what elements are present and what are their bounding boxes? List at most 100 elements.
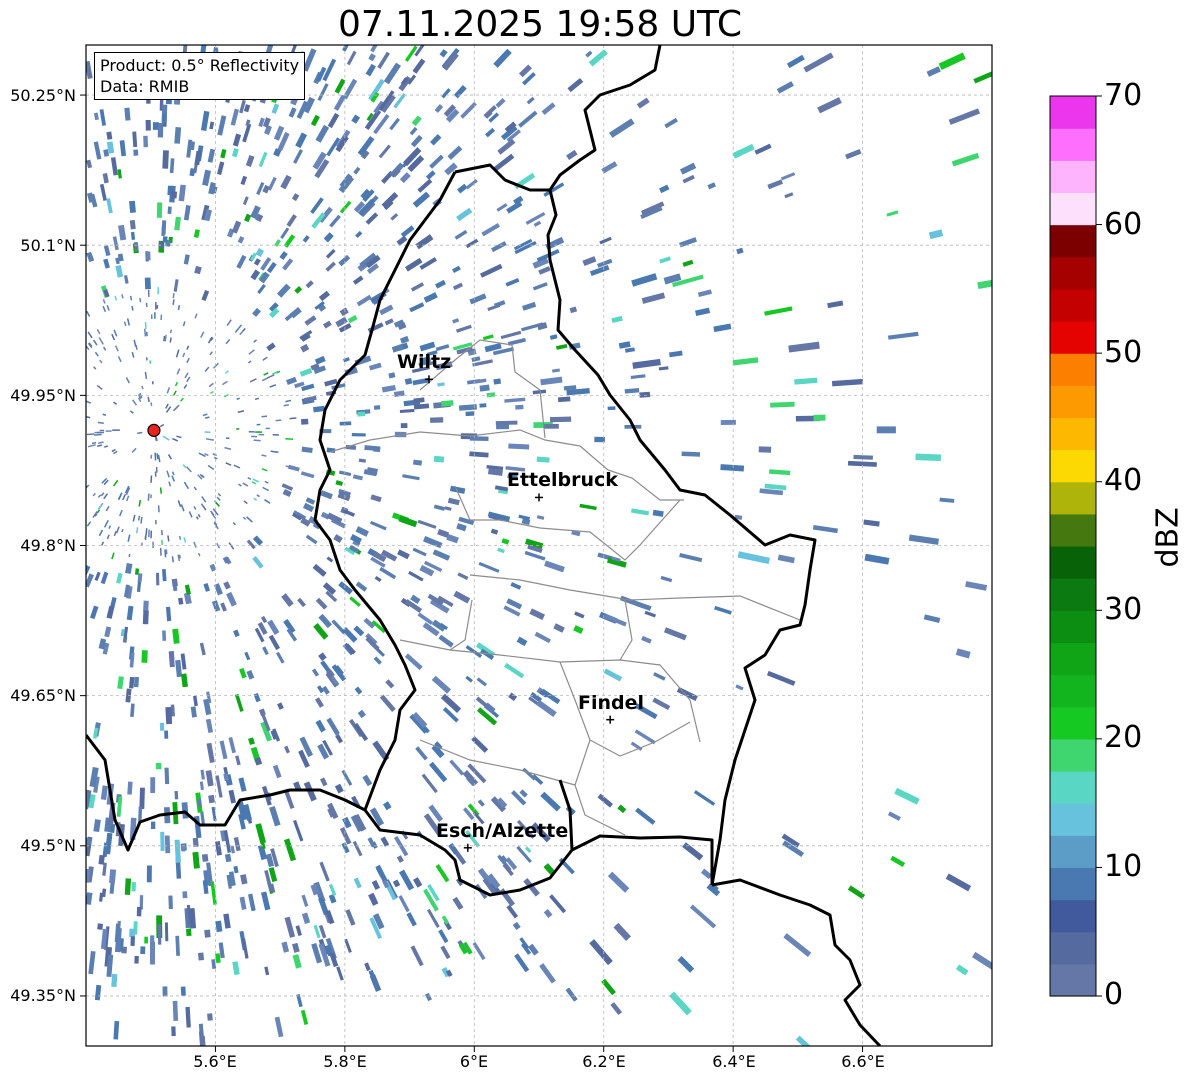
echo-cell [165, 706, 173, 725]
y-tick-label: 49.65°N [10, 686, 76, 705]
echo-cell [155, 301, 157, 310]
colorbar-swatch [1050, 192, 1096, 226]
colorbar-swatch [1050, 513, 1096, 547]
echo-cell [162, 150, 169, 169]
echo-cell [157, 123, 164, 138]
echo-cell [133, 676, 140, 688]
echo-cell [150, 530, 153, 539]
echo-cell [156, 305, 159, 309]
echo-cell [433, 455, 445, 463]
echo-cell [121, 946, 127, 954]
echo-cell [97, 923, 104, 930]
echo-cell [182, 891, 188, 899]
place-label-ettelbruck: Ettelbruck [507, 469, 618, 491]
echo-cell [150, 314, 153, 320]
echo-cell [186, 928, 192, 937]
echo-cell [149, 360, 152, 364]
echo-cell [130, 936, 135, 946]
echo-cell [272, 433, 279, 436]
echo-cell [255, 431, 263, 433]
echo-cell [140, 946, 146, 955]
colorbar-swatch [1050, 578, 1096, 611]
echo-cell [515, 404, 524, 410]
colorbar-swatch [1050, 931, 1096, 965]
colorbar-swatch [1050, 385, 1096, 419]
echo-cell [167, 206, 172, 215]
echo-cell [204, 929, 211, 938]
echo-cell [145, 302, 148, 308]
place-label-findel: Findel [578, 692, 645, 714]
echo-cell [152, 541, 154, 549]
echo-cell [236, 428, 240, 430]
colorbar-swatch [1050, 674, 1096, 708]
x-tick-label: 5.6°E [193, 1052, 237, 1071]
echo-cell [129, 928, 136, 938]
x-tick-label: 6.4°E [712, 1052, 756, 1071]
echo-cell [124, 878, 132, 895]
colorbar-swatch [1050, 803, 1096, 836]
radar-site-marker [147, 423, 161, 437]
echo-cell [129, 200, 136, 213]
echo-cell [639, 391, 651, 398]
echo-cell [493, 378, 502, 385]
y-tick-label: 49.35°N [10, 986, 76, 1005]
echo-cell [141, 650, 148, 663]
echo-cell [813, 414, 826, 421]
colorbar-tick-label: 70 [1104, 78, 1143, 113]
echo-cell [156, 202, 163, 218]
echo-cell [197, 952, 205, 961]
x-tick-label: 6.2°E [582, 1052, 626, 1071]
echo-cell [351, 433, 366, 437]
echo-cell [162, 630, 167, 641]
echo-cell [157, 924, 162, 945]
place-label-esch-alzette: Esch/Alzette [436, 820, 569, 842]
colorbar-swatch [1050, 481, 1096, 515]
echo-cell [99, 429, 105, 432]
echo-cell [174, 790, 179, 800]
echo-cell [301, 418, 309, 425]
echo-cell [129, 219, 136, 230]
echo-cell [111, 973, 118, 987]
echo-cell [479, 384, 490, 392]
echo-cell [164, 922, 169, 942]
info-box: Product: 0.5° Reflectivity Data: RMIB [94, 52, 306, 100]
echo-cell [105, 430, 112, 432]
echo-cell [162, 114, 166, 125]
echo-cell [160, 831, 165, 851]
echo-cell [127, 781, 133, 795]
echo-cell [258, 433, 265, 436]
echo-cell [758, 446, 772, 453]
echo-cell [145, 251, 151, 261]
echo-cell [400, 423, 408, 429]
echo-cell [155, 519, 157, 525]
echo-cell [133, 149, 139, 156]
echo-cell [152, 381, 154, 385]
echo-cell [373, 405, 381, 410]
echo-cell [549, 416, 572, 423]
colorbar-swatch [1050, 224, 1096, 258]
echo-cell [681, 451, 701, 457]
echo-cell [147, 289, 150, 297]
echo-cell [441, 400, 454, 407]
echo-cell [155, 572, 160, 586]
echo-cell [134, 568, 140, 575]
x-tick-label: 5.8°E [323, 1052, 367, 1071]
colorbar-swatch [1050, 642, 1096, 676]
echo-cell [430, 417, 444, 423]
echo-cell [180, 986, 186, 996]
colorbar-swatch [1050, 706, 1096, 740]
colorbar-swatch [1050, 128, 1096, 161]
echo-cell [168, 895, 173, 910]
echo-cell [145, 119, 151, 131]
colorbar-tick-label: 30 [1104, 592, 1143, 627]
colorbar-tick-label: 10 [1104, 849, 1143, 884]
echo-cell [161, 220, 167, 235]
colorbar-swatch [1050, 867, 1096, 901]
y-tick-label: 50.25°N [10, 86, 76, 105]
echo-cell [357, 411, 366, 417]
echo-cell [112, 429, 120, 431]
y-tick-label: 50.1°N [20, 236, 76, 255]
echo-cell [339, 421, 352, 426]
colorbar-swatch [1050, 449, 1096, 483]
x-tick-label: 6°E [459, 1052, 489, 1071]
